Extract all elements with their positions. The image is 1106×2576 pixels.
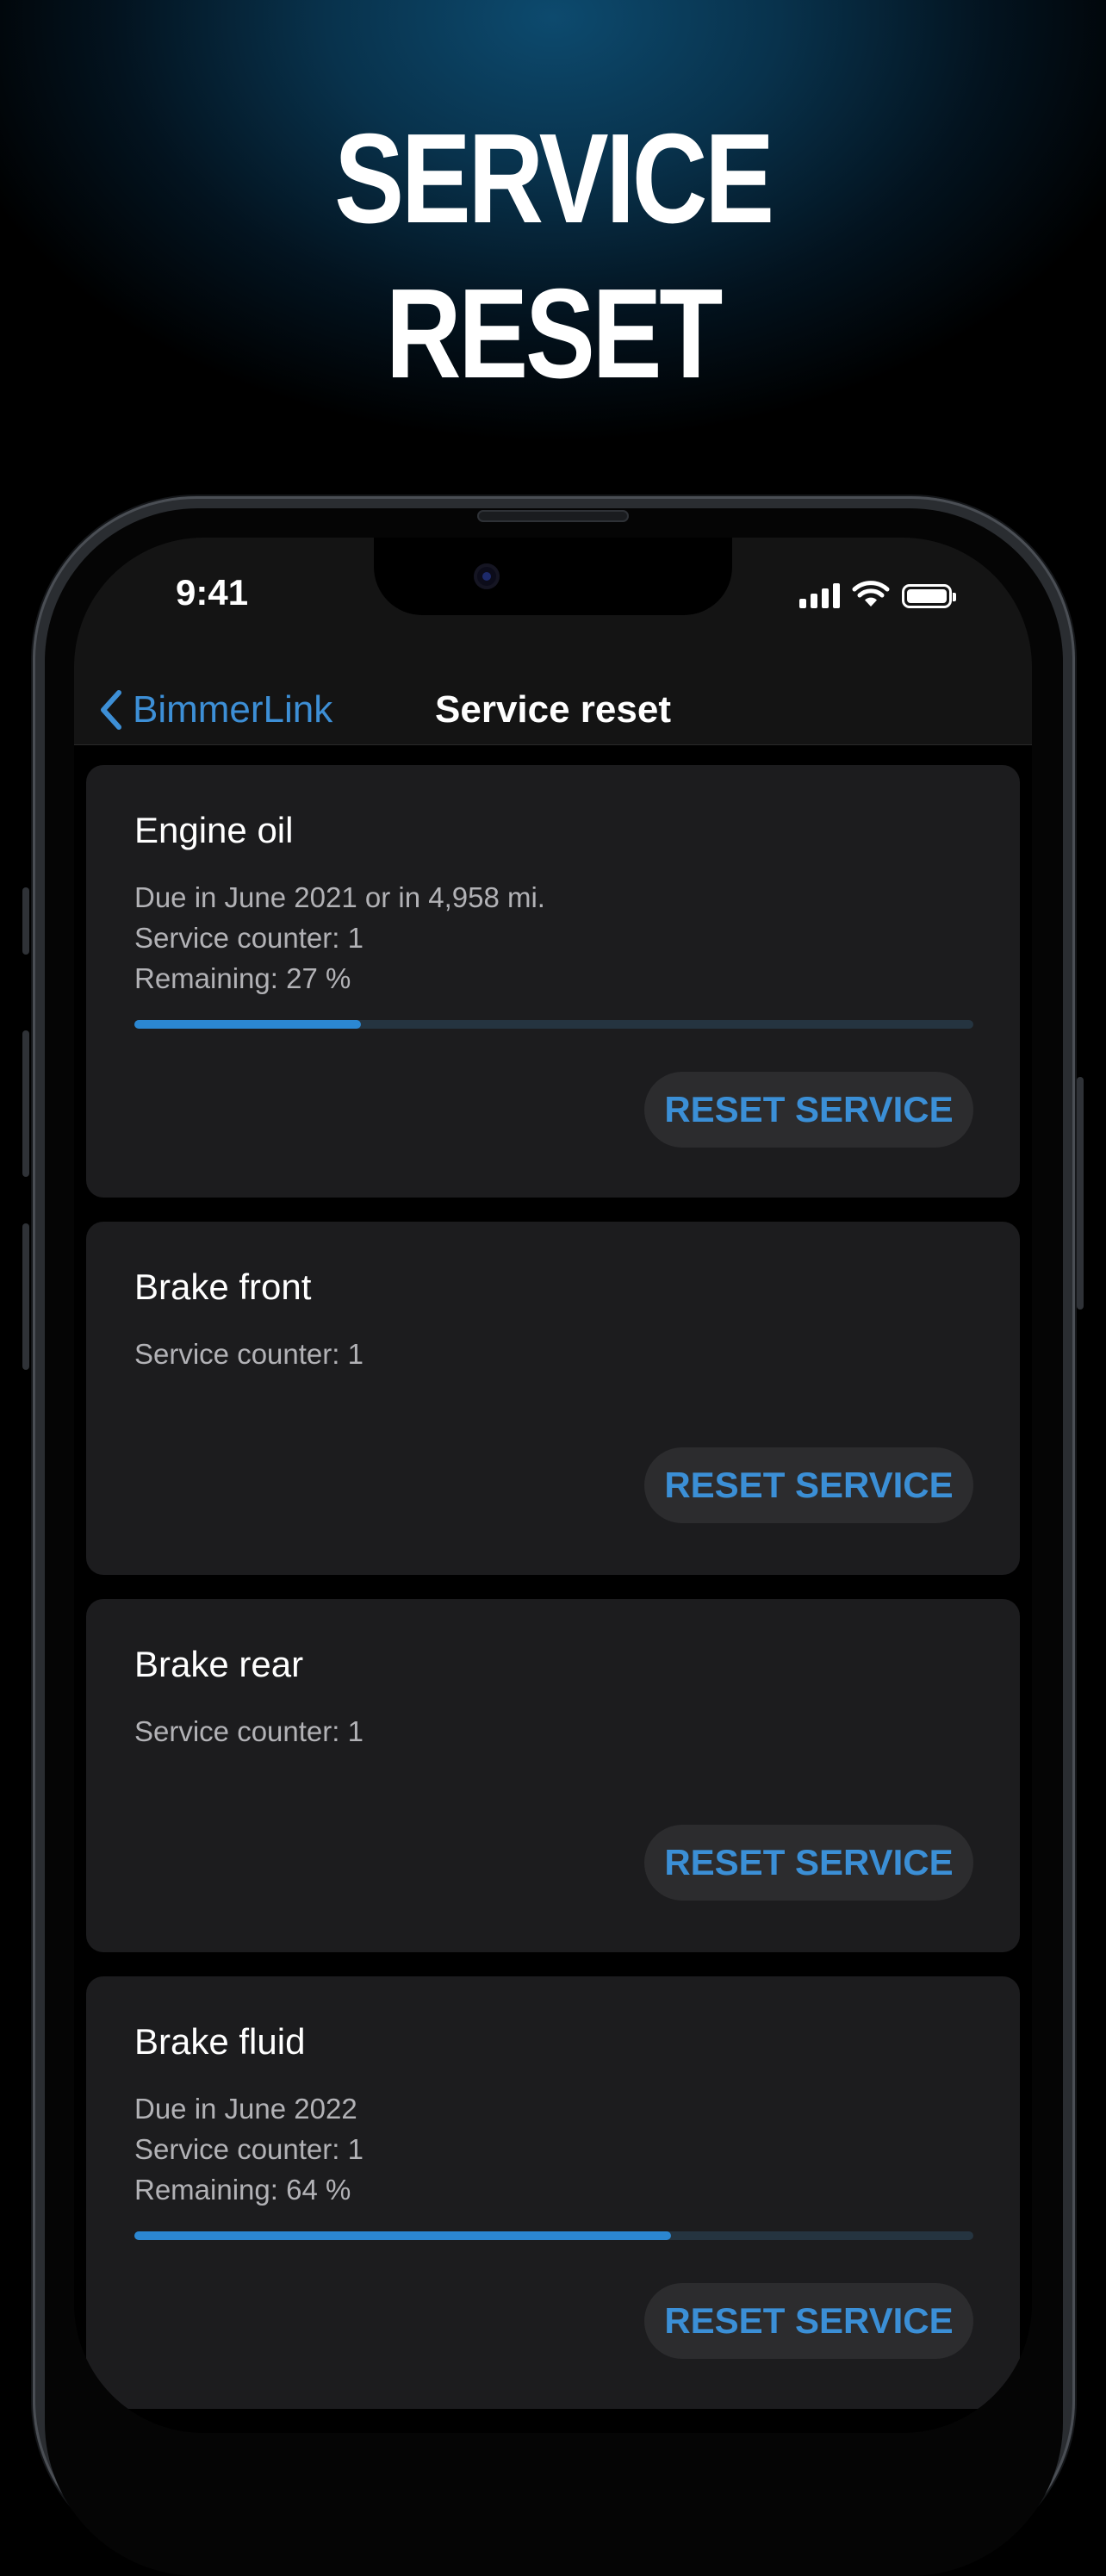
status-icons [799, 577, 956, 608]
service-title: Brake fluid [134, 2021, 306, 2062]
reset-service-button[interactable]: RESET SERVICE [644, 1825, 973, 1901]
service-details: Service counter: 1 [134, 1711, 363, 1752]
headline-line-1: SERVICE [334, 108, 774, 250]
service-remaining: Remaining: 64 % [134, 2174, 351, 2206]
service-counter: Service counter: 1 [134, 2133, 363, 2165]
chevron-left-icon [101, 690, 121, 730]
service-counter: Service counter: 1 [134, 1715, 363, 1747]
service-details: Service counter: 1 [134, 1334, 363, 1374]
service-due: Due in June 2022 [134, 2093, 357, 2125]
service-card-brake-rear: Brake rear Service counter: 1 RESET SERV… [86, 1599, 1020, 1952]
progress-fill [134, 1020, 361, 1029]
service-details: Due in June 2022 Service counter: 1 Rema… [134, 2088, 363, 2210]
earpiece-speaker [477, 510, 629, 522]
reset-service-button[interactable]: RESET SERVICE [644, 2283, 973, 2359]
navigation-bar: Service reset BimmerLink [74, 675, 1032, 745]
service-details: Due in June 2021 or in 4,958 mi. Service… [134, 877, 545, 999]
volume-up-button [22, 1030, 29, 1177]
service-title: Brake front [134, 1266, 312, 1307]
service-due: Due in June 2021 or in 4,958 mi. [134, 881, 545, 913]
service-counter: Service counter: 1 [134, 922, 363, 954]
front-camera-icon [474, 563, 500, 589]
remaining-progress-bar [134, 1020, 973, 1029]
remaining-progress-bar [134, 2231, 973, 2240]
wifi-icon [852, 581, 890, 607]
service-remaining: Remaining: 27 % [134, 962, 351, 994]
progress-fill [134, 2231, 672, 2240]
back-button[interactable]: BimmerLink [98, 675, 332, 744]
power-button [1077, 1077, 1084, 1310]
battery-icon [902, 584, 956, 608]
service-card-brake-front: Brake front Service counter: 1 RESET SER… [86, 1222, 1020, 1575]
headline-line-2: RESET [385, 263, 723, 405]
service-title: Brake rear [134, 1644, 304, 1684]
service-card-engine-oil: Engine oil Due in June 2021 or in 4,958 … [86, 765, 1020, 1198]
reset-service-button[interactable]: RESET SERVICE [644, 1072, 973, 1148]
signal-icon [799, 582, 840, 608]
status-time: 9:41 [176, 572, 249, 613]
volume-down-button [22, 1223, 29, 1370]
reset-service-button[interactable]: RESET SERVICE [644, 1447, 973, 1523]
service-counter: Service counter: 1 [134, 1338, 363, 1370]
service-title: Engine oil [134, 810, 294, 850]
service-card-brake-fluid: Brake fluid Due in June 2022 Service cou… [86, 1976, 1020, 2409]
phone-screen: 9:41 Service reset BimmerLink Engine oil… [74, 538, 1032, 2433]
promo-headline: SERVICE RESET [100, 102, 1007, 412]
notch [374, 538, 732, 615]
service-list: Engine oil Due in June 2021 or in 4,958 … [86, 765, 1020, 2433]
mute-switch [22, 887, 29, 955]
back-button-label: BimmerLink [133, 688, 333, 731]
